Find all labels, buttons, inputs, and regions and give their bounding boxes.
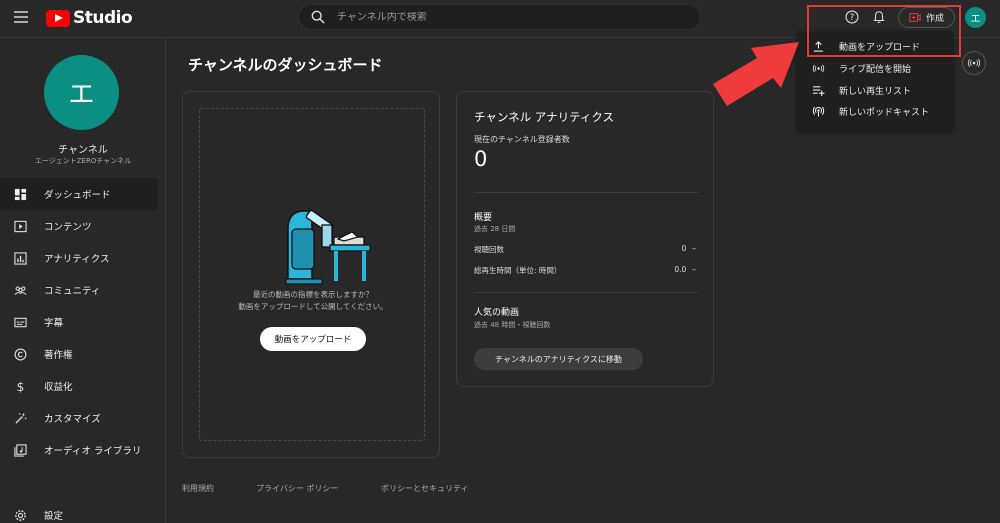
- sidebar-item-monetization[interactable]: $ 収益化: [0, 370, 166, 402]
- menu-item-go-live[interactable]: ライブ配信を開始: [797, 58, 953, 79]
- views-row: 視聴回数 0–: [474, 244, 696, 254]
- summary-title: 概要: [474, 213, 493, 223]
- upload-prompt: 最近の動画の指標を表示しますか？ 動画をアップロードして公開してください。: [238, 290, 388, 311]
- divider: [474, 192, 698, 193]
- podcast-icon: [812, 106, 825, 117]
- sidebar-item-subtitles[interactable]: 字幕: [0, 306, 166, 338]
- menu-icon[interactable]: [14, 11, 28, 23]
- sidebar-item-copyright[interactable]: 著作権: [0, 338, 166, 370]
- annotation-highlight-box: [807, 5, 961, 57]
- page-title: チャンネルのダッシュボード: [188, 56, 383, 74]
- sidebar-item-dashboard[interactable]: ダッシュボード: [0, 178, 158, 210]
- sidebar-item-community[interactable]: コミュニティ: [0, 274, 166, 306]
- microscope-illustration-icon: [285, 209, 371, 285]
- dashboard-icon: [14, 188, 27, 200]
- channel-name: エージェントZEROチャンネル: [34, 157, 132, 165]
- gear-icon: [15, 509, 26, 521]
- audio-library-icon: [14, 443, 27, 457]
- footer-link-privacy[interactable]: プライバシー ポリシー: [256, 483, 338, 494]
- sidebar: エ チャンネル エージェントZEROチャンネル ダッシュボード コンテンツ アナ…: [0, 39, 166, 523]
- sidebar-item-content[interactable]: コンテンツ: [0, 210, 166, 242]
- search-input[interactable]: [337, 11, 677, 23]
- studio-logo[interactable]: Studio: [46, 8, 133, 28]
- sidebar-item-customization[interactable]: カスタマイズ: [0, 402, 166, 434]
- youtube-logo-icon: [46, 9, 70, 27]
- analytics-icon: [14, 251, 27, 265]
- content-icon: [14, 220, 27, 232]
- annotation-arrow-icon: [713, 42, 799, 106]
- sidebar-nav: ダッシュボード コンテンツ アナリティクス コミュニティ 字幕 著作権 $ 収益…: [0, 178, 166, 466]
- summary-period: 過去 28 日間: [474, 225, 516, 233]
- analytics-title: チャンネル アナリティクス: [474, 110, 615, 124]
- channel-avatar[interactable]: エ: [44, 55, 119, 130]
- popular-videos-sub: 過去 48 時間・視聴回数: [474, 321, 551, 329]
- search-bar[interactable]: [298, 4, 701, 30]
- footer-link-policy[interactable]: ポリシーとセキュリティ: [381, 483, 469, 494]
- sidebar-item-analytics[interactable]: アナリティクス: [0, 242, 166, 274]
- dollar-icon: $: [17, 380, 25, 393]
- subtitles-icon: [14, 317, 27, 327]
- magic-wand-icon: [15, 412, 27, 424]
- menu-item-new-playlist[interactable]: 新しい再生リスト: [797, 80, 953, 101]
- live-icon: [812, 64, 825, 73]
- search-icon: [311, 10, 325, 24]
- account-avatar[interactable]: エ: [965, 7, 986, 28]
- subscribers-count: 0: [474, 147, 488, 171]
- copyright-icon: [14, 348, 27, 360]
- live-icon: [967, 58, 981, 68]
- subscribers-label: 現在のチャンネル登録者数: [474, 135, 570, 144]
- popular-videos-title: 人気の動画: [474, 308, 520, 318]
- go-to-analytics-button[interactable]: チャンネルのアナリティクスに移動: [474, 348, 643, 370]
- upload-video-button[interactable]: 動画をアップロード: [260, 327, 366, 351]
- channel-title: チャンネル: [58, 145, 108, 156]
- playlist-add-icon: [813, 86, 825, 96]
- menu-item-new-podcast[interactable]: 新しいポッドキャスト: [797, 101, 953, 122]
- upload-card: 最近の動画の指標を表示しますか？ 動画をアップロードして公開してください。 動画…: [182, 91, 440, 458]
- svg-text:$: $: [17, 380, 25, 393]
- watch-time-row: 総再生時間（単位: 時間） 0.0–: [474, 265, 696, 275]
- sidebar-item-audio-library[interactable]: オーディオ ライブラリ: [0, 434, 166, 466]
- sidebar-item-settings[interactable]: 設定: [0, 501, 63, 523]
- footer-link-terms[interactable]: 利用規約: [182, 483, 214, 494]
- channel-analytics-card: チャンネル アナリティクス 現在のチャンネル登録者数 0 概要 過去 28 日間…: [456, 91, 714, 387]
- live-button[interactable]: [962, 51, 986, 75]
- divider: [474, 292, 698, 293]
- community-icon: [14, 285, 27, 295]
- upload-dropzone: 最近の動画の指標を表示しますか？ 動画をアップロードして公開してください。 動画…: [199, 108, 425, 441]
